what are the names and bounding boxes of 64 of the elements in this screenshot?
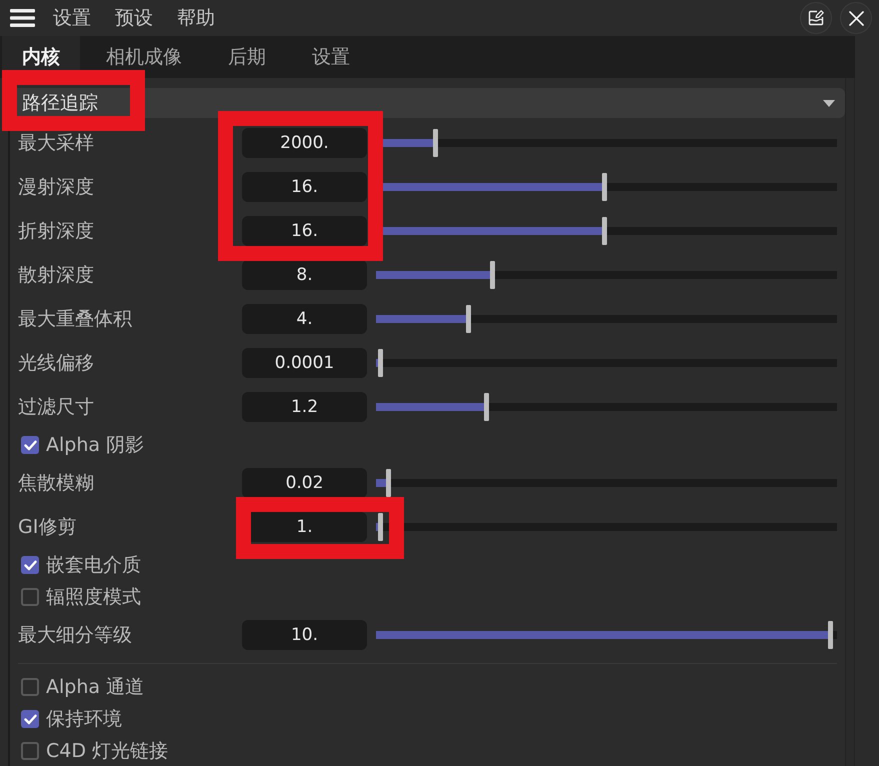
slider-track[interactable] [376,260,837,290]
checkbox[interactable] [21,710,39,728]
close-button[interactable] [840,2,872,34]
slider-thumb[interactable] [378,513,384,541]
slider-track[interactable] [376,348,837,378]
slider-thumb[interactable] [378,349,384,377]
menu-item[interactable]: 预设 [115,6,153,30]
setting-label: 过滤尺寸 [18,395,95,420]
slider-track[interactable] [376,304,837,334]
checkbox-label: 保持环境 [46,707,122,732]
value-field[interactable]: 4. [242,304,367,334]
scrollbar-track[interactable] [845,78,855,766]
caret-icon [823,100,835,106]
setting-label: 最大重叠体积 [18,307,133,332]
menu-item[interactable]: 设置 [53,6,91,30]
checkmark-icon [24,560,36,570]
tab[interactable]: 设置 [292,36,370,78]
slider-track[interactable] [376,468,837,498]
slider-thumb[interactable] [466,305,471,333]
slider-track[interactable] [376,512,837,542]
checkbox[interactable] [21,678,39,696]
close-icon [848,10,864,26]
setting-label: 散射深度 [18,263,95,288]
value-field[interactable]: 16. [242,216,367,246]
image-edit-icon [808,10,824,26]
slider-thumb[interactable] [602,217,607,245]
slider-thumb[interactable] [484,393,490,421]
setting-label: 折射深度 [18,219,95,244]
checkbox-label: Alpha 通道 [46,675,144,700]
slider-thumb[interactable] [433,129,438,157]
slider-track[interactable] [376,392,837,422]
tab[interactable]: 相机成像 [86,36,202,78]
value-field[interactable]: 16. [242,172,367,202]
slider-thumb[interactable] [602,173,607,201]
slider-thumb[interactable] [386,469,392,497]
checkmark-icon [24,440,36,450]
setting-label: 光线偏移 [18,351,95,376]
setting-label: 最大采样 [18,131,95,156]
tab[interactable]: 后期 [208,36,286,78]
value-field[interactable]: 1.2 [242,392,367,422]
checkbox-label: Alpha 阴影 [46,433,144,458]
menu-item[interactable]: 帮助 [177,6,215,30]
menu-icon[interactable] [10,9,35,27]
value-field[interactable]: 10. [242,620,367,650]
setting-label: GI修剪 [18,515,78,540]
checkbox[interactable] [21,588,39,606]
checkmark-icon [24,714,36,724]
setting-label: 焦散模糊 [18,471,95,496]
setting-label: 最大细分等级 [18,623,133,648]
slider-thumb[interactable] [828,621,833,649]
checkbox-label: 辐照度模式 [46,585,141,610]
value-field[interactable]: 2000. [242,128,367,158]
setting-label: 漫射深度 [18,175,95,200]
value-field[interactable]: 0.02 [242,468,367,498]
checkbox[interactable] [21,742,39,760]
slider-thumb[interactable] [490,261,495,289]
checkbox[interactable] [21,556,39,574]
image-edit-button[interactable] [800,2,832,34]
value-field[interactable]: 8. [242,260,367,290]
checkbox-label: C4D 灯光链接 [46,739,168,764]
checkbox[interactable] [21,436,39,454]
value-field[interactable]: 0.0001 [242,348,367,378]
checkbox-label: 嵌套电介质 [46,553,141,578]
slider-track[interactable] [376,620,837,650]
